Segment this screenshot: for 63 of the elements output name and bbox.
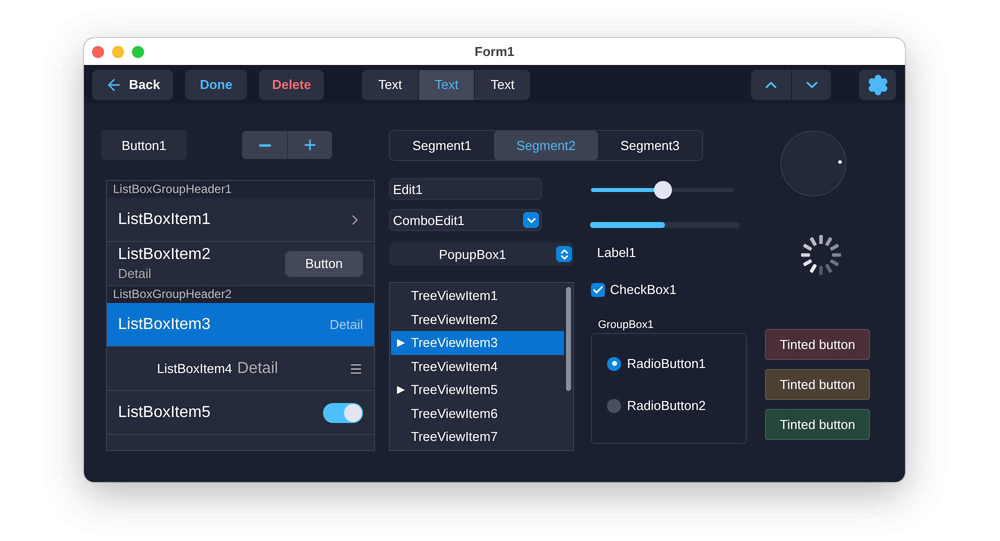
group-header: ListBoxGroupHeader1 [107,181,374,198]
edit-field[interactable]: Edit1 [389,178,542,200]
item-detail: Detail [330,317,363,332]
segment[interactable]: Text [362,70,418,100]
combo-edit-field[interactable]: ComboEdit1 [393,212,523,228]
close-button[interactable] [92,46,104,58]
checkbox-box[interactable] [591,282,605,296]
item-detail: Detail [237,360,278,378]
segment[interactable]: Segment1 [390,131,494,160]
list-item[interactable]: ListBoxItem3 Detail [107,303,374,347]
checkbox[interactable]: CheckBox1 [591,282,676,297]
button[interactable]: Button1 [101,130,187,160]
settings-button[interactable] [859,70,896,100]
plus-icon [302,137,318,153]
settings-icon [866,74,888,96]
tree-item[interactable]: TreeViewItem3 [391,331,564,354]
segment[interactable]: Text [474,70,530,100]
item-label: ListBoxItem5 [118,404,210,422]
segment[interactable]: Text [418,70,474,100]
list-item[interactable]: ListBoxItem5 [107,391,374,435]
segment[interactable]: Segment3 [598,131,702,160]
tree-item[interactable]: TreeViewItem1 [391,284,564,308]
slider[interactable] [591,181,734,199]
window-title: Form1 [474,44,514,59]
radio-label: RadioButton1 [627,356,706,371]
item-label: ListBoxItem2 [118,246,210,264]
expand-triangle-icon[interactable] [397,386,405,394]
item-label: ListBoxItem4 [157,361,232,376]
combo-box[interactable]: ComboEdit1 [389,209,542,231]
radio-label: RadioButton2 [627,398,706,413]
tree-item[interactable]: TreeViewItem5 [391,378,564,402]
loading-spinner-icon [800,234,842,276]
item-button[interactable]: Button [285,250,363,276]
tinted-button[interactable]: Tinted button [765,329,870,360]
radio-button[interactable] [607,356,621,370]
drag-handle-icon[interactable] [349,362,363,376]
radio-button[interactable] [607,398,621,412]
group-header: ListBoxGroupHeader2 [107,286,374,303]
item-label: ListBoxItem3 [118,316,210,334]
tinted-button[interactable]: Tinted button [765,409,870,440]
slider-thumb[interactable] [654,181,672,199]
tree-item[interactable]: TreeViewItem4 [391,354,564,378]
tree-item[interactable]: TreeViewItem7 [391,425,564,448]
label: Label1 [597,245,636,260]
delete-button[interactable]: Delete [259,70,324,100]
group-box-title: GroupBox1 [598,319,654,331]
done-button[interactable]: Done [185,70,248,100]
tree-item[interactable]: TreeViewItem2 [391,308,564,331]
minus-icon [258,144,270,146]
tinted-button[interactable]: Tinted button [765,369,870,400]
item-label: ListBoxItem1 [118,210,210,228]
checkbox-label: CheckBox1 [610,282,676,297]
list-item[interactable]: ListBoxItem4 Detail [107,347,374,391]
tree-item[interactable]: TreeViewItem6 [391,402,564,425]
list-item[interactable]: ListBoxItem1 [107,198,374,242]
dropdown-icon[interactable] [523,212,539,228]
back-button[interactable]: Back [92,70,174,100]
segment[interactable]: Segment2 [494,131,598,160]
item-detail: Detail [118,266,152,281]
scrollbar[interactable] [566,287,571,391]
toggle-switch[interactable] [323,402,363,422]
up-down-icon [556,246,572,262]
popup-box[interactable]: PopupBox1 [389,242,574,266]
